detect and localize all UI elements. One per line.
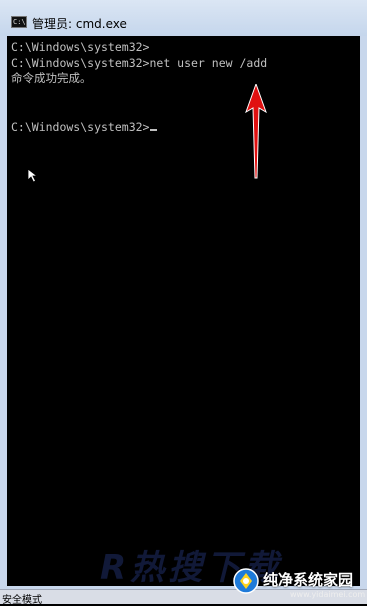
console-line-5: C:\Windows\system32>	[11, 120, 150, 134]
text-cursor	[150, 129, 158, 131]
cmd-icon: C:\	[11, 16, 27, 28]
console-line-1: C:\Windows\system32>	[11, 40, 150, 54]
mouse-pointer-icon	[27, 168, 39, 183]
red-arrow-icon	[245, 84, 267, 179]
console-prompt-line: C:\Windows\system32>	[11, 120, 158, 134]
title-bar[interactable]: C:\ 管理员: cmd.exe	[0, 0, 367, 36]
cmd-window: C:\ 管理员: cmd.exe C:\Windows\system32> C:…	[0, 0, 367, 589]
watermark-brand: 纯净系统家园	[263, 571, 354, 589]
console-output[interactable]: C:\Windows\system32> C:\Windows\system32…	[7, 36, 360, 586]
watermark-logo-icon	[233, 568, 259, 594]
watermark-url: www.yidaimei.com	[290, 590, 366, 599]
window-title: 管理员: cmd.exe	[32, 17, 127, 31]
console-line-3: 命令成功完成。	[11, 71, 92, 85]
console-line-2: C:\Windows\system32>net user new /add	[11, 56, 268, 70]
